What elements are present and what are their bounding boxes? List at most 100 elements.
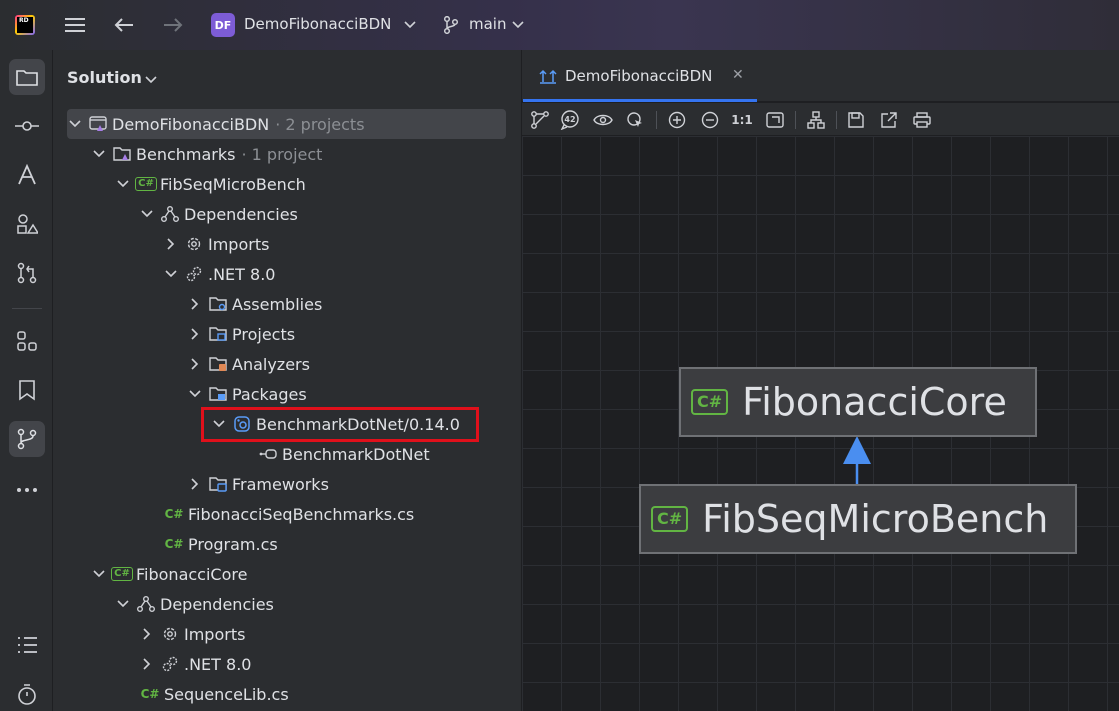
chevron-down-icon[interactable] xyxy=(187,386,203,402)
tree-item-benchmarks[interactable]: Benchmarks · 1 project xyxy=(91,139,322,169)
gear-icon xyxy=(185,235,203,253)
diagram-canvas[interactable]: C# FibonacciCore C# FibSeqMicroBench xyxy=(522,136,1119,711)
comment-count-icon[interactable]: 42 xyxy=(559,109,581,131)
tree-item-solution[interactable]: DemoFibonacciBDN · 2 projects xyxy=(67,109,365,139)
rider-logo-icon[interactable]: RD xyxy=(15,15,35,35)
chevron-down-icon[interactable] xyxy=(67,116,83,132)
layout-graph-icon[interactable] xyxy=(529,109,551,131)
gears-icon xyxy=(161,655,179,673)
title-bar: RD DF DemoFibonacciBDN main xyxy=(0,0,1119,50)
chevron-down-icon[interactable] xyxy=(163,266,179,282)
chevron-right-icon[interactable] xyxy=(187,356,203,372)
tree-item-imports[interactable]: Imports xyxy=(163,229,269,259)
editor-tab-bar: DemoFibonacciBDN ✕ xyxy=(522,50,1119,102)
chevron-right-icon[interactable] xyxy=(139,656,155,672)
folder-icon[interactable] xyxy=(9,59,45,95)
chevron-down-icon[interactable] xyxy=(115,596,131,612)
chevron-right-icon[interactable] xyxy=(187,326,203,342)
chevron-right-icon[interactable] xyxy=(187,476,203,492)
tree-item-label: FibonacciSeqBenchmarks.cs xyxy=(188,504,415,524)
eye-icon[interactable] xyxy=(592,109,614,131)
close-icon[interactable]: ✕ xyxy=(732,67,744,83)
divider xyxy=(656,111,657,129)
cs-text: C# xyxy=(140,687,160,701)
solution-icon xyxy=(89,115,107,133)
layout-icon[interactable] xyxy=(9,323,45,359)
actual-size-button[interactable]: 1:1 xyxy=(730,109,754,131)
tree-item-frameworks[interactable]: Frameworks xyxy=(187,469,329,499)
tree-item-dependencies[interactable]: Dependencies xyxy=(115,589,274,619)
diagram-toolbar: 42 1:1 xyxy=(522,103,1119,136)
zoom-out-icon[interactable] xyxy=(699,109,721,131)
vcs-graph-icon[interactable] xyxy=(9,421,45,457)
diagram-node-fibseqmicrobench[interactable]: C# FibSeqMicroBench xyxy=(639,484,1077,554)
fit-content-icon[interactable] xyxy=(764,109,786,131)
commit-icon[interactable] xyxy=(9,108,45,144)
tree-item-label: Benchmarks xyxy=(136,144,236,164)
target-cursor-icon[interactable] xyxy=(624,109,646,131)
tree-item-fibseqmicrobench[interactable]: C# FibSeqMicroBench xyxy=(115,169,306,199)
tree-item-net8[interactable]: .NET 8.0 xyxy=(163,259,275,289)
diagram-node-fibonaccicore[interactable]: C# FibonacciCore xyxy=(679,367,1037,437)
structure-icon[interactable] xyxy=(9,206,45,242)
chevron-down-icon[interactable] xyxy=(115,176,131,192)
export-icon[interactable] xyxy=(878,109,900,131)
save-icon[interactable] xyxy=(845,109,867,131)
print-icon[interactable] xyxy=(911,109,933,131)
chevron-right-icon[interactable] xyxy=(139,626,155,642)
list-icon[interactable] xyxy=(9,627,45,663)
learn-icon[interactable] xyxy=(9,157,45,193)
tree-item-program-file[interactable]: C# Program.cs xyxy=(165,529,278,559)
zoom-in-icon[interactable] xyxy=(666,109,688,131)
tree-item-label: Imports xyxy=(208,234,270,254)
tree-item-label: FibonacciCore xyxy=(136,564,248,584)
chevron-down-icon[interactable] xyxy=(91,146,107,162)
tree-item-net8[interactable]: .NET 8.0 xyxy=(139,649,251,679)
more-icon[interactable] xyxy=(9,472,45,508)
csharp-project-icon: C# xyxy=(111,565,133,583)
tree-item-label: Dependencies xyxy=(160,594,274,614)
tab-demofibonaccibdn[interactable]: DemoFibonacciBDN ✕ xyxy=(523,50,757,102)
chevron-right-icon[interactable] xyxy=(163,236,179,252)
annotation-highlight-box xyxy=(201,407,479,442)
count-text: 42 xyxy=(564,115,575,124)
tree-item-dependencies[interactable]: Dependencies xyxy=(139,199,298,229)
branch-name[interactable]: main xyxy=(469,15,506,33)
tree-item-fibonacciseqbenchmarks-file[interactable]: C# FibonacciSeqBenchmarks.cs xyxy=(164,499,415,529)
tree-item-packages[interactable]: Packages xyxy=(187,379,307,409)
solution-header[interactable]: Solution xyxy=(67,68,142,87)
gear-icon xyxy=(161,625,179,643)
tree-item-fibonaccicore[interactable]: C# FibonacciCore xyxy=(91,559,247,589)
pull-requests-icon[interactable] xyxy=(9,255,45,291)
csharp-file-icon: C# xyxy=(165,535,184,553)
tree-item-sequencelib-file[interactable]: C# SequenceLib.cs xyxy=(141,679,289,709)
csharp-file-icon: C# xyxy=(140,685,160,703)
back-arrow-icon[interactable] xyxy=(111,10,137,40)
forward-arrow-icon[interactable] xyxy=(160,10,186,40)
chevron-right-icon[interactable] xyxy=(187,296,203,312)
diagram-icon xyxy=(539,68,557,88)
chevron-down-icon[interactable] xyxy=(403,17,417,33)
tree-item-benchmarkdotnet-reference[interactable]: BenchmarkDotNet xyxy=(259,439,430,469)
cs-badge: C# xyxy=(111,567,133,581)
hierarchy-layout-icon[interactable] xyxy=(805,109,827,131)
chevron-down-icon[interactable] xyxy=(145,70,157,88)
bookmark-icon[interactable] xyxy=(9,372,45,408)
tree-item-assemblies[interactable]: Assemblies xyxy=(187,289,322,319)
main-menu-icon[interactable] xyxy=(62,10,88,40)
chevron-down-icon[interactable] xyxy=(91,566,107,582)
project-name[interactable]: DemoFibonacciBDN xyxy=(244,15,391,33)
tree-item-label: BenchmarkDotNet xyxy=(282,444,430,464)
tree-item-imports[interactable]: Imports xyxy=(139,619,245,649)
tree-item-analyzers[interactable]: Analyzers xyxy=(187,349,310,379)
chevron-down-icon[interactable] xyxy=(139,206,155,222)
cs-text: C# xyxy=(164,507,184,521)
tree-item-projects[interactable]: Projects xyxy=(187,319,295,349)
git-branch-icon[interactable] xyxy=(441,10,461,40)
dependencies-icon xyxy=(137,595,155,613)
project-badge[interactable]: DF xyxy=(211,13,235,37)
chevron-down-icon[interactable] xyxy=(511,17,525,33)
activity-bar xyxy=(0,50,53,711)
tree-item-label: Program.cs xyxy=(188,534,278,554)
timer-icon[interactable] xyxy=(9,676,45,711)
